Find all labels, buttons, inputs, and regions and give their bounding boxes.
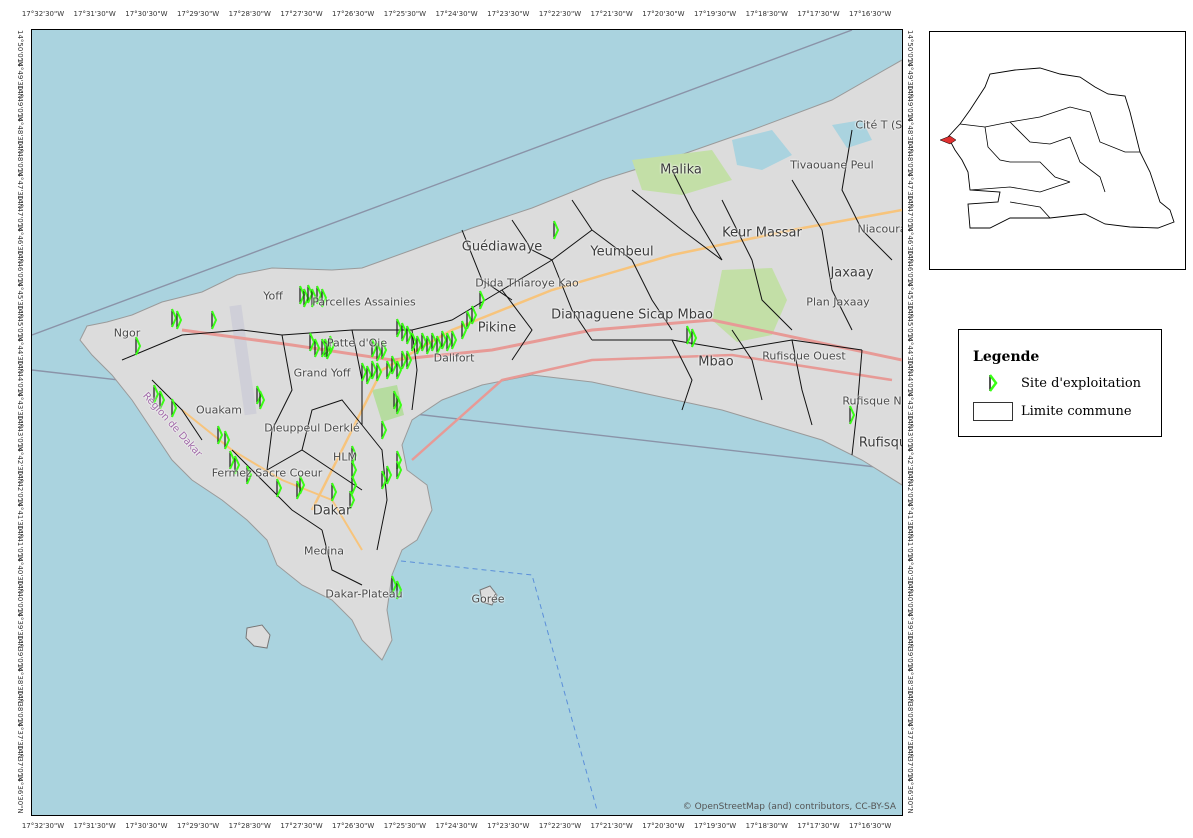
axis-tick-label: 17°25'30"W [383,822,427,830]
place-label: Patte d'Oie [326,336,388,350]
place-label: Ngor [113,326,141,340]
senegal-outline [939,67,1175,229]
axis-tick-label: 17°18'30"W [745,822,788,830]
legend-title: Legende [973,349,1040,365]
place-label: Parcelles Assainies [312,295,416,309]
place-label: Yoff [263,289,283,303]
axis-tick-label: 17°18'30"W [745,10,788,18]
axis-tick-label: 17°25'30"W [383,10,427,18]
axis-tick-label: 17°24'30"W [435,10,478,18]
axis-tick-label: 17°20'30"W [642,822,685,830]
place-label: Dakar-Plateau [325,587,403,601]
axis-tick-label: 17°22'30"W [538,10,582,18]
map-attribution: © OpenStreetMap (and) contributors, CC-B… [682,802,896,812]
place-label: Rufisque N [842,394,902,408]
commune-boundary-swatch [973,401,1013,421]
axis-tick-label: 17°27'30"W [280,10,323,18]
axis-tick-label: 17°23'30"W [487,10,530,18]
axis-tick-label: 17°26'30"W [332,822,375,830]
axis-tick-label: 14°36'30"N [906,772,914,814]
place-label: Ouakam [195,403,243,417]
axis-tick-label: 17°19'30"W [693,10,737,18]
axis-tick-label: 17°31'30"W [73,10,116,18]
place-label: Grand Yoff [293,366,351,380]
axis-tick-label: 14°36'30"N [16,772,24,814]
place-label: Guédiawaye [461,239,543,255]
place-label: Keur Massar [722,225,802,241]
map-legend: Legende Site d'exploitation Limite commu… [958,329,1162,437]
axis-tick-label: 17°20'30"W [642,10,685,18]
place-label: Tivaouane Peul [790,158,874,172]
legend-label: Limite commune [1021,403,1132,419]
senegal-locator-map [929,31,1186,270]
axis-tick-label: 17°26'30"W [332,10,375,18]
place-label: Fermez Sacre Coeur [211,466,323,480]
axis-tick-label: 17°31'30"W [73,822,116,830]
axis-tick-label: 17°27'30"W [280,822,323,830]
place-label: Rufisque [858,435,902,451]
place-label: Pikine [477,320,517,336]
axis-tick-label: 17°30'30"W [125,10,168,18]
legend-item-site: Site d'exploitation [973,373,1141,393]
place-label: HLM [333,450,357,464]
main-map[interactable]: Malika Tivaouane Peul Cité T (SOC Guédia… [31,29,903,816]
axis-tick-label: 17°32'30"W [21,822,65,830]
axis-tick-label: 17°29'30"W [176,10,220,18]
axis-tick-label: 17°28'30"W [228,10,271,18]
legend-item-commune: Limite commune [973,401,1132,421]
axis-tick-label: 17°17'30"W [797,822,840,830]
axis-tick-label: 17°16'30"W [849,822,892,830]
axis-tick-label: 17°29'30"W [176,822,220,830]
place-label: Rufisque Ouest [762,349,846,363]
axis-tick-label: 17°22'30"W [538,822,582,830]
axis-tick-label: 17°30'30"W [125,822,168,830]
mine-site-icon [973,373,1013,393]
place-label: Diamaguene Sicap Mbao [551,307,713,323]
axis-tick-label: 17°21'30"W [590,10,633,18]
place-label: Jaxaay [830,265,874,281]
place-label: Dieuppeul Derklé [264,421,360,435]
place-label: Medina [303,544,345,558]
place-label: Cité T (SOC [855,118,903,132]
place-label: Djida Thiaroye Kao [475,276,579,290]
axis-tick-label: 17°32'30"W [21,10,65,18]
axis-tick-label: 17°23'30"W [487,822,530,830]
place-label: Yeumbeul [590,244,654,260]
axis-tick-label: 17°17'30"W [797,10,840,18]
axis-tick-label: 17°16'30"W [849,10,892,18]
legend-label: Site d'exploitation [1021,375,1142,391]
place-label: Gorée [471,592,505,606]
place-label: Malika [660,162,702,178]
place-label: Mbao [698,354,734,370]
axis-tick-label: 17°19'30"W [693,822,737,830]
place-label: Dakar [312,503,352,519]
axis-tick-label: 17°21'30"W [590,822,633,830]
place-label: Niacoura [857,222,903,236]
place-label: Plan Jaxaay [806,295,870,309]
place-label: Dalifort [433,351,475,365]
axis-tick-label: 17°28'30"W [228,822,271,830]
axis-tick-label: 17°24'30"W [435,822,478,830]
